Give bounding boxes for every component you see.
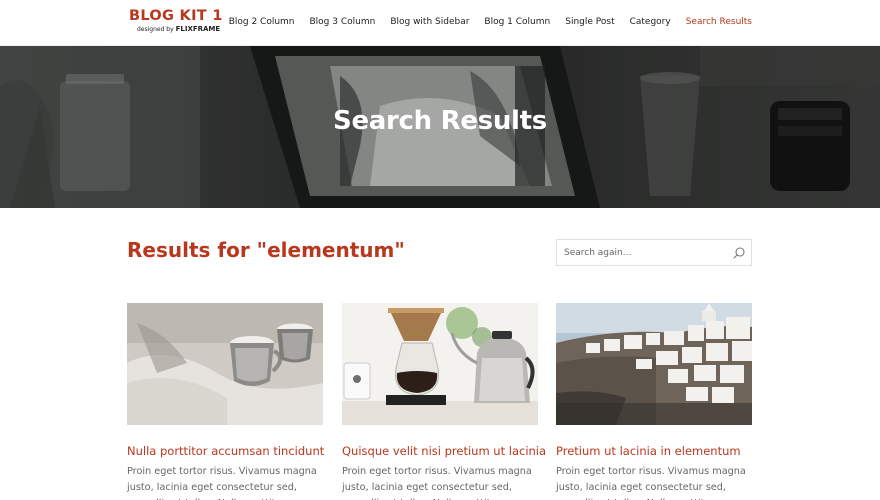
search-input[interactable] bbox=[557, 240, 727, 265]
post-card-excerpt: Proin eget tortor risus. Vivamus magna j… bbox=[556, 466, 746, 500]
post-card-excerpt: Proin eget tortor risus. Vivamus magna j… bbox=[342, 466, 532, 500]
nav-item-category[interactable]: Category bbox=[630, 17, 671, 27]
nav-item-blog-1-column[interactable]: Blog 1 Column bbox=[484, 17, 550, 27]
nav-item-single-post[interactable]: Single Post bbox=[565, 17, 614, 27]
post-card-title[interactable]: Pretium ut lacinia in elementum bbox=[556, 444, 752, 458]
search-icon[interactable] bbox=[732, 246, 746, 260]
search-box bbox=[556, 239, 752, 266]
nav-item-search-results[interactable]: Search Results bbox=[686, 17, 752, 27]
main-nav: Blog 2 Column Blog 3 Column Blog with Si… bbox=[229, 17, 752, 27]
post-card-image-link[interactable] bbox=[556, 303, 752, 425]
logo-tagline-prefix: designed by bbox=[137, 25, 174, 33]
nav-item-blog-3-column[interactable]: Blog 3 Column bbox=[310, 17, 376, 27]
post-card: Nulla porttitor accumsan tincidunt Proin… bbox=[127, 303, 324, 500]
post-card-image-link[interactable] bbox=[342, 303, 538, 425]
logo-title: BLOG KIT 1 bbox=[129, 8, 223, 24]
logo-tagline: designed by FLIXFRAME bbox=[137, 24, 223, 33]
post-card-title[interactable]: Nulla porttitor accumsan tincidunt bbox=[127, 444, 324, 458]
santorini-village-image bbox=[556, 303, 752, 425]
page-title: Search Results bbox=[333, 106, 547, 136]
logo-tagline-brand: FLIXFRAME bbox=[175, 24, 221, 33]
hero-banner: Search Results bbox=[0, 46, 880, 208]
coffee-cups-image bbox=[127, 303, 323, 425]
coffee-pourover-image bbox=[342, 303, 538, 425]
post-card-title[interactable]: Quisque velit nisi pretium ut lacinia bbox=[342, 444, 546, 458]
post-card-excerpt: Proin eget tortor risus. Vivamus magna j… bbox=[127, 466, 317, 500]
post-card: Pretium ut lacinia in elementum Proin eg… bbox=[556, 303, 752, 500]
post-card: Quisque velit nisi pretium ut lacinia Pr… bbox=[342, 303, 546, 500]
site-logo[interactable]: BLOG KIT 1 designed by FLIXFRAME bbox=[129, 9, 223, 33]
nav-item-blog-2-column[interactable]: Blog 2 Column bbox=[229, 17, 295, 27]
site-header: BLOG KIT 1 designed by FLIXFRAME Blog 2 … bbox=[0, 0, 880, 46]
post-card-image-link[interactable] bbox=[127, 303, 323, 425]
nav-item-blog-with-sidebar[interactable]: Blog with Sidebar bbox=[390, 17, 469, 27]
results-heading: Results for "elementum" bbox=[127, 238, 405, 262]
